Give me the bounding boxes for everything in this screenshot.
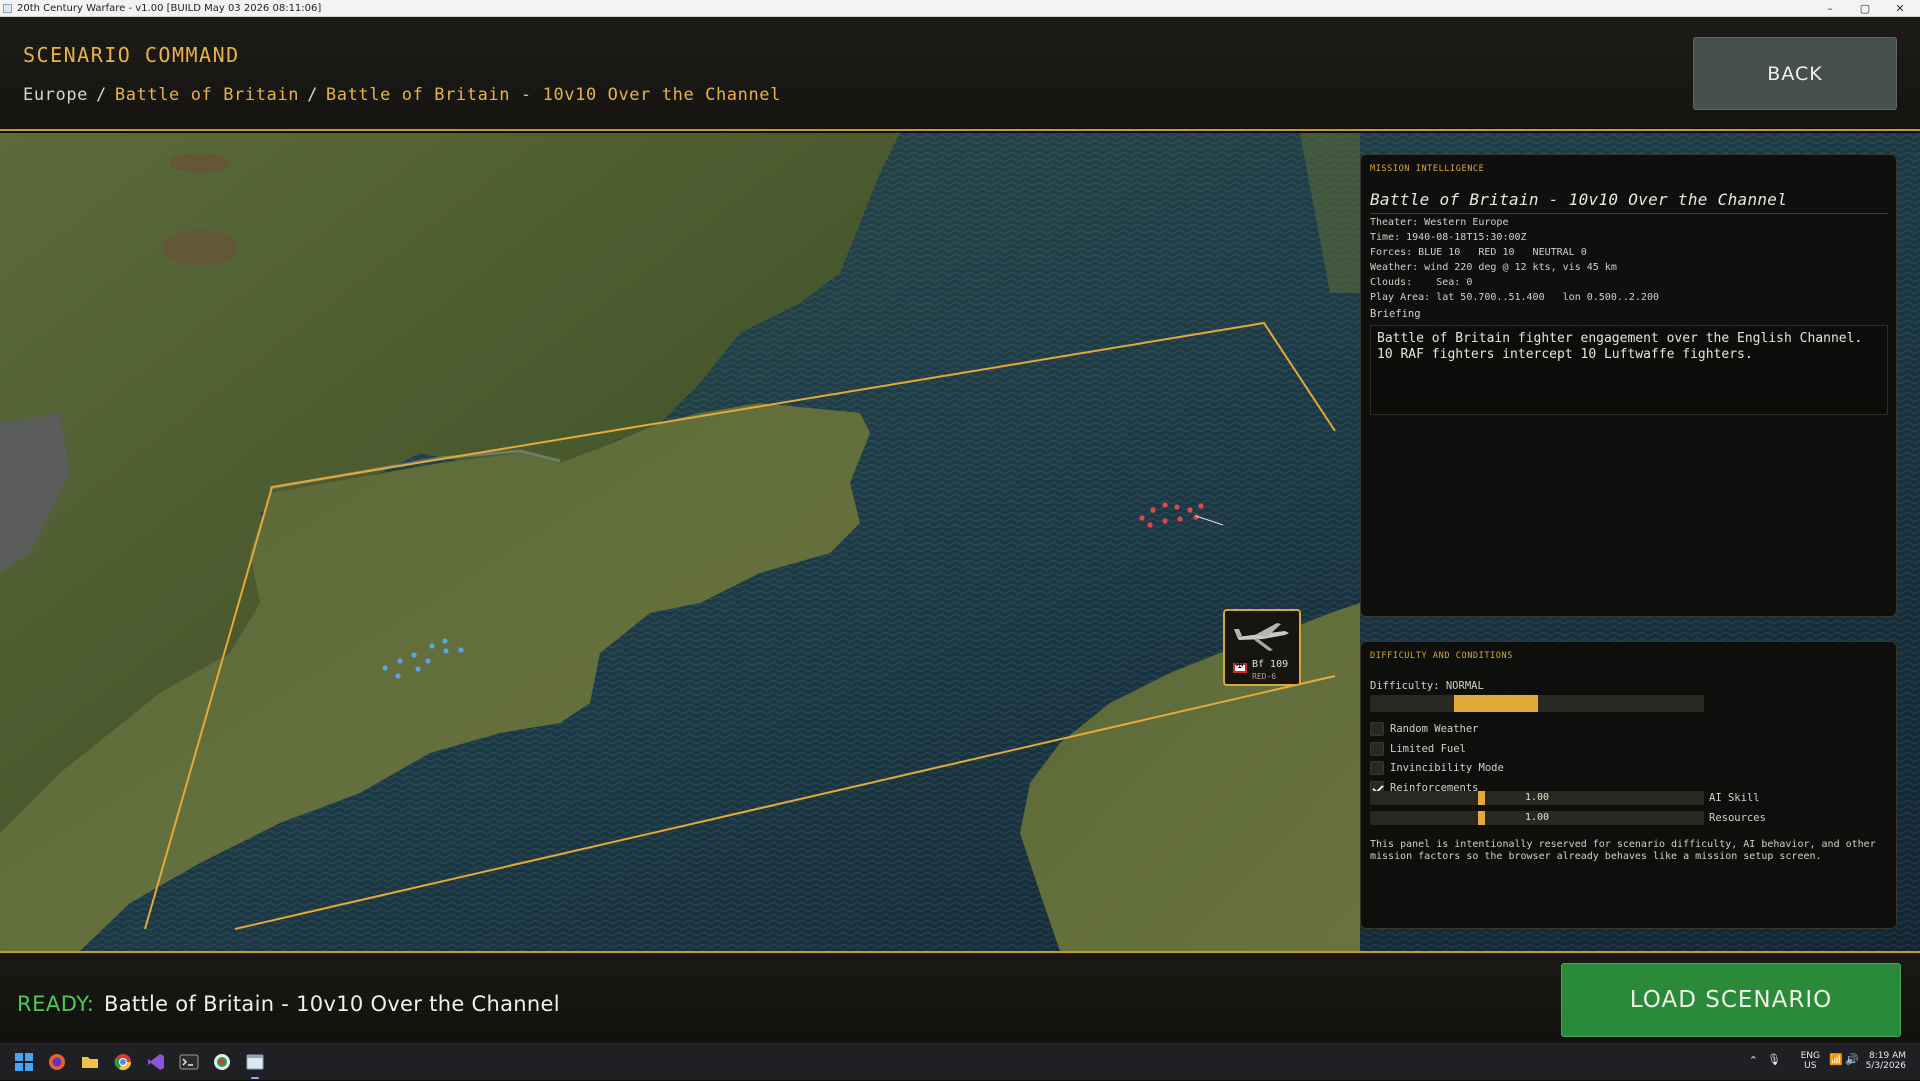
option-label: Invincibility Mode: [1390, 762, 1504, 774]
german-flag-icon: [1233, 661, 1247, 673]
ai-skill-slider[interactable]: 1.00: [1370, 791, 1704, 805]
file-explorer-icon[interactable]: [80, 1052, 100, 1072]
firefox-icon[interactable]: [47, 1052, 67, 1072]
game-window-icon[interactable]: [245, 1052, 265, 1072]
mission-title: Battle of Britain - 10v10 Over the Chann…: [1370, 190, 1788, 209]
footer-bar: READY: Battle of Britain - 10v10 Over th…: [0, 951, 1920, 1043]
clock-date: 5/3/2026: [1865, 1061, 1906, 1071]
window-title: 20th Century Warfare - v1.00 [BUILD May …: [17, 3, 322, 14]
terminal-icon[interactable]: [179, 1052, 199, 1072]
invincibility-checkbox[interactable]: [1370, 761, 1384, 775]
window-titlebar: 20th Century Warfare - v1.00 [BUILD May …: [0, 0, 1920, 17]
clock[interactable]: 8:19 AM 5/3/2026: [1866, 1051, 1906, 1071]
divider: [1370, 213, 1888, 214]
taskbar: ⌃ 🎙 ENG US 📶 🔊 8:19 AM 5/3/2026: [0, 1043, 1920, 1080]
back-button[interactable]: BACK: [1693, 37, 1897, 110]
ready-scenario-name: Battle of Britain - 10v10 Over the Chann…: [104, 992, 560, 1016]
language-indicator[interactable]: ENG US: [1801, 1051, 1820, 1071]
option-label: Limited Fuel: [1390, 743, 1466, 755]
unit-type-label: Bf 109: [1252, 659, 1289, 670]
breadcrumb-theater[interactable]: Europe: [23, 85, 88, 105]
volume-icon[interactable]: 🔊: [1845, 1053, 1859, 1066]
chrome-icon[interactable]: [113, 1052, 133, 1072]
clock-time: 8:19 AM: [1869, 1051, 1906, 1061]
panel-heading: DIFFICULTY AND CONDITIONS: [1370, 651, 1513, 661]
visual-studio-icon[interactable]: [146, 1052, 166, 1072]
aircraft-icon: [1234, 623, 1289, 651]
breadcrumb-separator: /: [96, 85, 107, 105]
invincibility-option[interactable]: Invincibility Mode: [1370, 761, 1504, 775]
difficulty-note: This panel is intentionally reserved for…: [1370, 839, 1876, 862]
tray-overflow-icon[interactable]: ⌃: [1749, 1054, 1758, 1067]
panel-heading: MISSION INTELLIGENCE: [1370, 164, 1485, 174]
ai-skill-value: 1.00: [1524, 792, 1550, 803]
breadcrumb-campaign[interactable]: Battle of Britain: [115, 85, 299, 105]
active-app-indicator: [251, 1077, 259, 1079]
forces-line: Forces: BLUE 10 RED 10 NEUTRAL 0: [1370, 247, 1587, 258]
minimize-button[interactable]: –: [1815, 0, 1845, 17]
ai-skill-label: AI Skill: [1709, 792, 1760, 804]
briefing-label: Briefing: [1370, 308, 1421, 320]
mission-intelligence-panel: MISSION INTELLIGENCE Battle of Britain -…: [1360, 154, 1897, 617]
random-weather-checkbox[interactable]: [1370, 722, 1384, 736]
microphone-icon[interactable]: 🎙: [1767, 1053, 1781, 1066]
header-bar: SCENARIO COMMAND Europe / Battle of Britai…: [0, 17, 1920, 131]
ready-status-label: READY:: [17, 992, 95, 1016]
close-button[interactable]: ✕: [1885, 0, 1915, 17]
page-title: SCENARIO COMMAND: [23, 43, 240, 67]
limited-fuel-checkbox[interactable]: [1370, 742, 1384, 756]
resources-label: Resources: [1709, 812, 1766, 824]
difficulty-level-fill: [1454, 695, 1538, 712]
clouds-line: Clouds: Sea: 0: [1370, 277, 1473, 288]
option-label: Random Weather: [1390, 723, 1479, 735]
resources-value: 1.00: [1524, 812, 1550, 823]
region-code: US: [1804, 1061, 1817, 1071]
selected-unit-card[interactable]: Bf 109 RED-6: [1223, 609, 1301, 686]
windows-start-icon[interactable]: [14, 1052, 34, 1072]
resources-slider[interactable]: 1.00: [1370, 811, 1704, 825]
difficulty-label: Difficulty: NORMAL: [1370, 680, 1484, 692]
wifi-icon[interactable]: 📶: [1829, 1053, 1843, 1066]
breadcrumb-scenario: Battle of Britain - 10v10 Over the Chann…: [325, 85, 781, 105]
random-weather-option[interactable]: Random Weather: [1370, 722, 1479, 736]
weather-line: Weather: wind 220 deg @ 12 kts, vis 45 k…: [1370, 262, 1617, 273]
load-scenario-button[interactable]: LOAD SCENARIO: [1561, 963, 1901, 1037]
unit-callsign-label: RED-6: [1252, 672, 1277, 681]
breadcrumb-separator: /: [307, 85, 318, 105]
briefing-text: Battle of Britain fighter engagement ove…: [1370, 325, 1888, 415]
difficulty-slider[interactable]: [1370, 695, 1704, 712]
breadcrumb: Europe / Battle of Britain / Battle of Brita…: [23, 85, 781, 105]
theater-line: Theater: Western Europe: [1370, 217, 1509, 228]
play-area-line: Play Area: lat 50.700..51.400 lon 0.500.…: [1370, 292, 1659, 303]
app-icon: [3, 4, 12, 13]
difficulty-panel: DIFFICULTY AND CONDITIONS Difficulty: NO…: [1360, 641, 1897, 929]
limited-fuel-option[interactable]: Limited Fuel: [1370, 742, 1466, 756]
chrome-alt-icon[interactable]: [212, 1052, 232, 1072]
language-code: ENG: [1800, 1051, 1820, 1061]
time-line: Time: 1940-08-18T15:30:00Z: [1370, 232, 1527, 243]
maximize-button[interactable]: ▢: [1850, 0, 1880, 17]
